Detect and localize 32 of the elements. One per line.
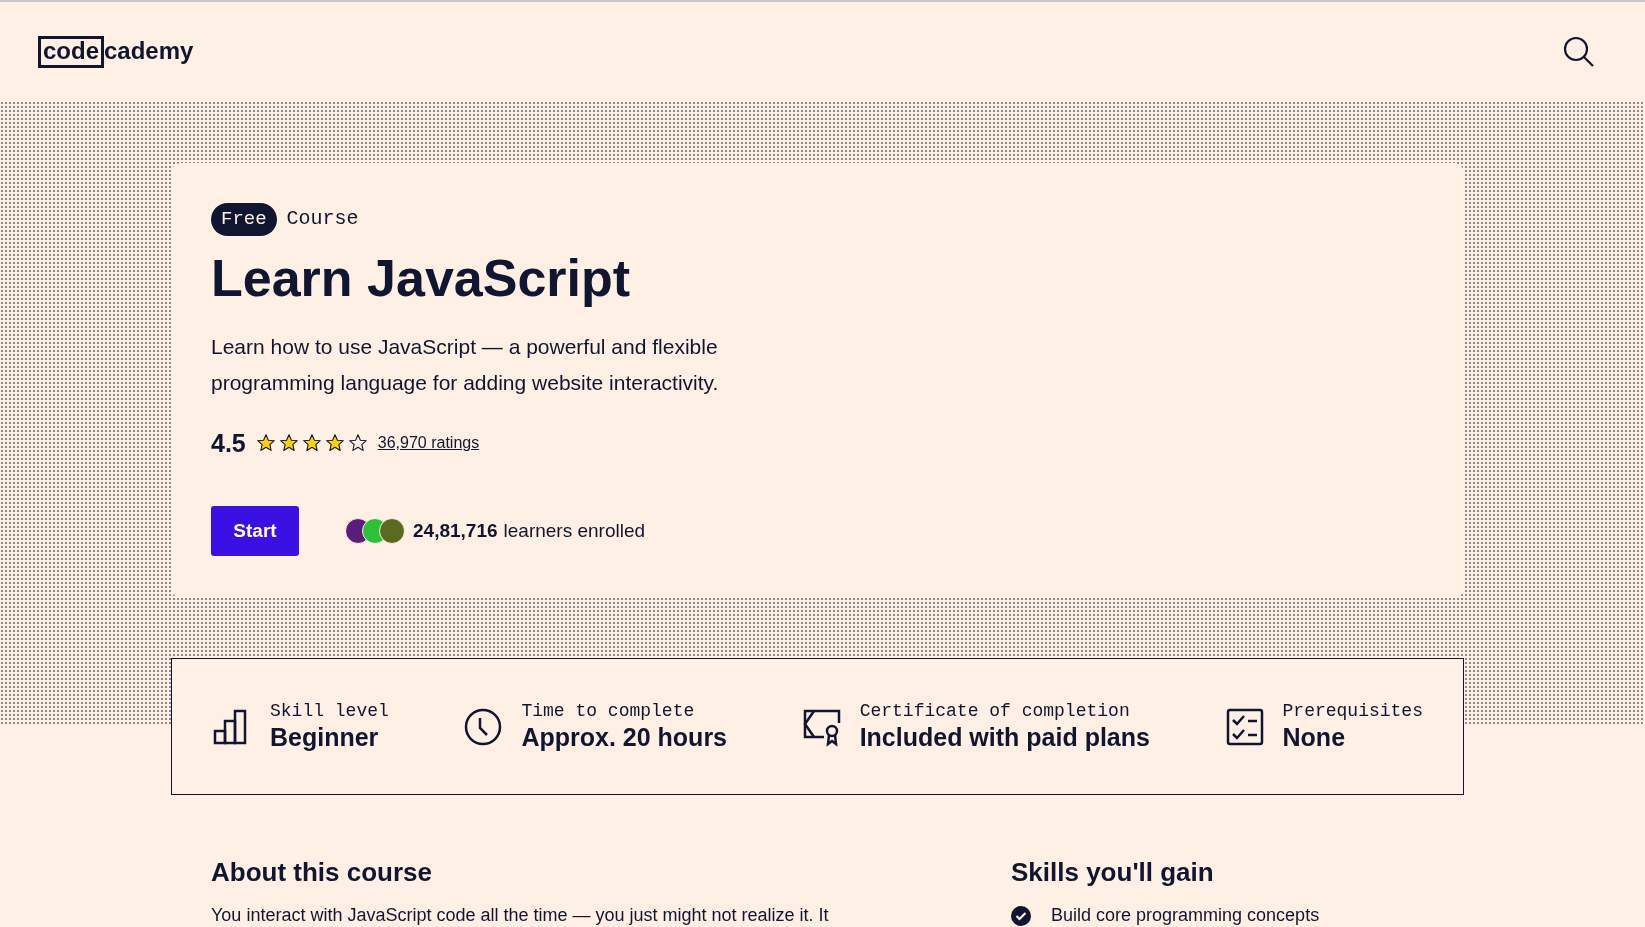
stat-label: Prerequisites [1282,699,1423,723]
ratings-link[interactable]: 36,970 ratings [377,431,480,456]
learners-count: 24,81,716 [413,518,498,543]
course-description: Learn how to use JavaScript — a powerful and flexible programming language for adding website interactivity. [211,333,720,396]
stat-value: Included with paid plans [859,722,1150,754]
course-type-label: Course [286,206,359,233]
checklist-icon [1224,706,1265,747]
learners-text: learners enrolled [503,518,646,543]
star-icon [278,433,299,454]
stat-value: Approx. 20 hours [521,722,728,754]
star-icon [324,433,345,454]
search-icon[interactable] [1563,35,1595,68]
skill-item: Build core programming concepts [1051,904,1320,927]
star-icon [301,433,322,454]
free-badge: Free [211,203,277,236]
star-icon [255,433,276,454]
stat-label: Time to complete [521,699,696,723]
course-title: Learn JavaScript [211,247,632,309]
logo-box-text[interactable]: code [38,35,104,68]
stat-value: None [1282,722,1347,754]
stat-label: Skill level [270,699,389,723]
rating-value: 4.5 [211,427,246,459]
section-heading: Skills you'll gain [1011,856,1215,889]
empty-star-icon [347,433,368,454]
clock-icon [463,706,504,747]
about-text: You interact with JavaScript code all the time — you just might not realize it. It [211,904,830,927]
logo-text[interactable]: cademy [104,38,194,68]
section-heading: About this course [211,856,433,889]
start-button[interactable]: Start [211,506,299,556]
avatar [379,518,405,544]
stat-value: Beginner [270,722,380,754]
stat-label: Certificate of completion [859,699,1131,723]
